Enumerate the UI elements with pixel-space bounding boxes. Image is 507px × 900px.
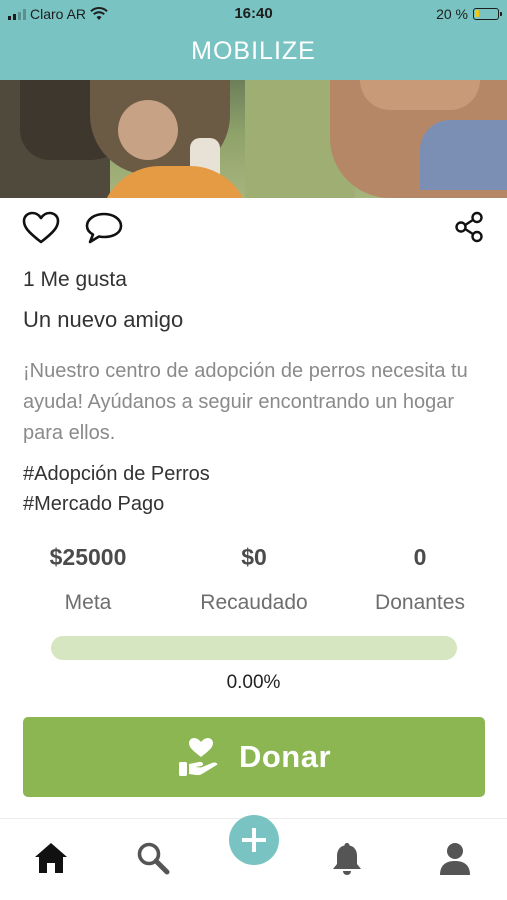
stat-donors: 0 Donantes <box>340 544 500 615</box>
add-icon <box>242 828 266 852</box>
hero-image <box>0 80 507 198</box>
tab-home[interactable] <box>33 841 69 878</box>
heart-icon <box>22 211 60 244</box>
profile-icon <box>440 843 470 875</box>
clock: 16:40 <box>234 5 273 22</box>
stat-raised-label: Recaudado <box>200 591 308 614</box>
tab-notifications[interactable] <box>331 841 363 880</box>
status-bar: Claro AR 16:40 20 % <box>0 0 507 28</box>
tag-item[interactable]: #Mercado Pago <box>23 489 210 519</box>
tab-search[interactable] <box>136 841 170 878</box>
like-button[interactable] <box>22 211 60 248</box>
donate-hand-heart-icon <box>178 738 218 776</box>
stat-donors-value: 0 <box>413 544 427 570</box>
battery-group: 20 % <box>436 6 502 22</box>
progress-bar <box>51 636 457 660</box>
stat-goal-label: Meta <box>64 591 112 614</box>
comment-button[interactable] <box>84 211 124 248</box>
progress-percent: 0.00% <box>226 672 281 693</box>
stat-raised: $0 Recaudado <box>174 544 334 615</box>
battery-icon <box>473 8 502 20</box>
app-header: Claro AR 16:40 20 % MOBILIZE <box>0 0 507 80</box>
tag-list: #Adopción de Perros #Mercado Pago <box>23 459 210 519</box>
share-icon <box>455 211 483 243</box>
stat-goal-value: $25000 <box>49 544 127 570</box>
tag-item[interactable]: #Adopción de Perros <box>23 459 210 489</box>
search-icon <box>137 842 170 875</box>
share-button[interactable] <box>454 211 484 246</box>
post-description: ¡Nuestro centro de adopción de perros ne… <box>23 360 468 444</box>
donate-button[interactable]: Donar <box>23 717 485 797</box>
tab-profile[interactable] <box>438 841 472 880</box>
donate-label: Donar <box>238 739 332 774</box>
post-title: Un nuevo amigo <box>23 307 184 332</box>
bell-icon <box>333 843 361 875</box>
battery-percent: 20 % <box>436 6 468 22</box>
create-button[interactable] <box>229 815 279 865</box>
likes-count: 1 Me gusta <box>23 268 127 291</box>
stat-donors-label: Donantes <box>375 591 465 614</box>
comment-icon <box>85 212 123 244</box>
stat-goal: $25000 Meta <box>8 544 168 615</box>
home-icon <box>35 843 67 873</box>
brand-title: MOBILIZE <box>191 37 316 65</box>
stat-raised-value: $0 <box>241 544 267 570</box>
